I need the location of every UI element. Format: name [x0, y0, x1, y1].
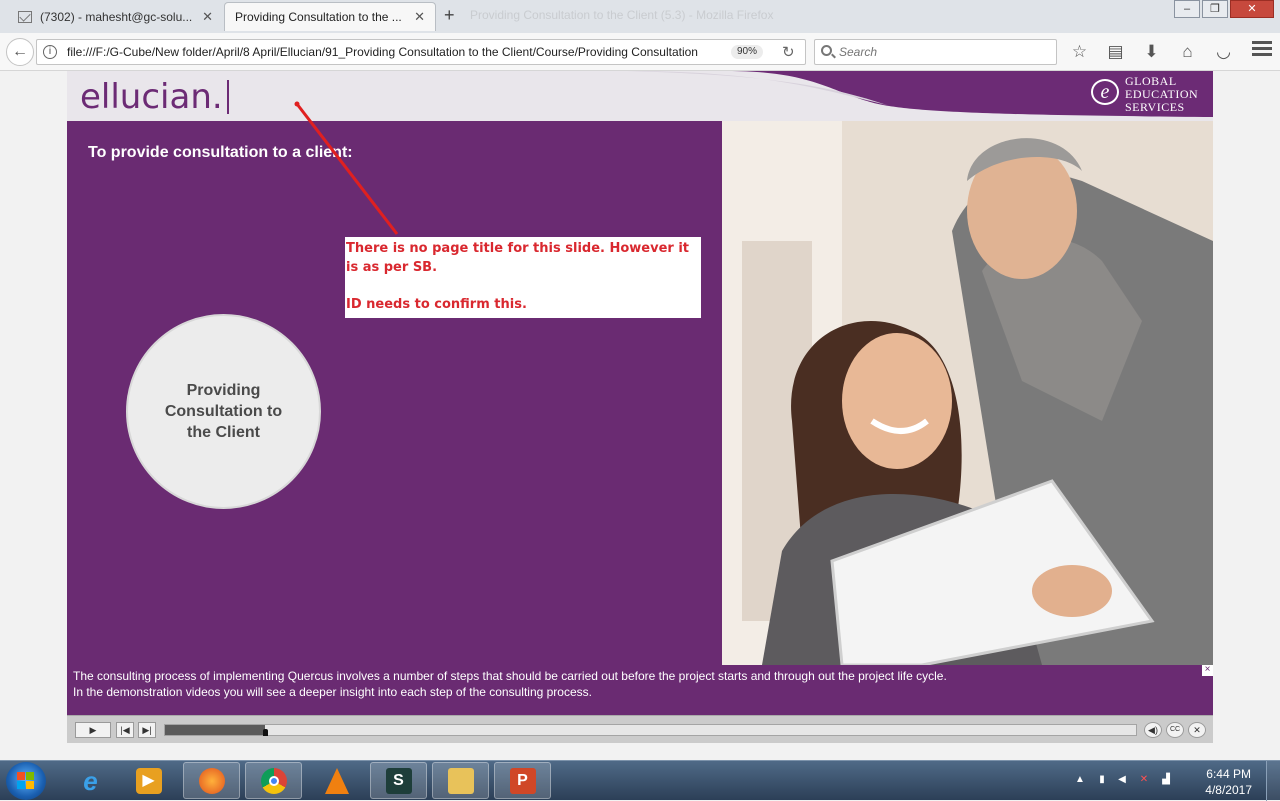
close-window-button[interactable]: ✕: [1230, 0, 1274, 18]
ellucian-logo: ellucian.: [80, 77, 223, 117]
tab-strip: (7302) - mahesht@gc-solu... ✕ Providing …: [0, 0, 1280, 33]
clock-date: 4/8/2017: [1205, 783, 1252, 797]
topic-label: Providing Consultation to the Client: [164, 382, 283, 441]
window-controls: – ❐ ✕: [1172, 0, 1274, 18]
seek-bar[interactable]: [164, 724, 1137, 736]
next-button[interactable]: ▶|: [138, 722, 156, 738]
annotation-text: There is no page title for this slide. H…: [346, 241, 690, 275]
logo-divider: [227, 80, 229, 114]
file-explorer-icon[interactable]: [432, 762, 489, 799]
ges-mark: e: [1091, 79, 1119, 105]
seek-progress: [165, 725, 265, 735]
reload-icon[interactable]: ↻: [782, 43, 795, 61]
close-player-button[interactable]: ✕: [1188, 722, 1206, 738]
show-hidden-icons-icon[interactable]: ▲: [1074, 774, 1086, 786]
course-player: ellucian. e GLOBAL EDUCATION SERVICES To…: [67, 71, 1213, 743]
slide-content: To provide consultation to a client: Pro…: [67, 121, 722, 665]
info-icon[interactable]: i: [43, 45, 57, 59]
tab-title: (7302) - mahesht@gc-solu...: [40, 9, 193, 24]
new-tab-button[interactable]: +: [444, 5, 455, 26]
tab-title: Providing Consultation to the ...: [235, 10, 402, 24]
review-annotation: There is no page title for this slide. H…: [345, 237, 701, 318]
volume-button[interactable]: ◀): [1144, 722, 1162, 738]
address-bar[interactable]: i file:///F:/G-Cube/New folder/April/8 A…: [36, 39, 806, 65]
search-icon: [821, 45, 832, 56]
start-button[interactable]: [6, 762, 46, 800]
caption-area: The consulting process of implementing Q…: [67, 665, 1213, 715]
network-error-icon[interactable]: ✕: [1138, 774, 1150, 786]
caption-line: The consulting process of implementing Q…: [73, 669, 947, 683]
play-button[interactable]: ▶: [75, 722, 111, 738]
close-tab-icon[interactable]: ✕: [202, 9, 213, 25]
internet-explorer-icon[interactable]: e: [62, 762, 119, 799]
previous-button[interactable]: |◀: [116, 722, 134, 738]
close-tab-icon[interactable]: ✕: [414, 9, 425, 25]
system-tray: ▲ ▮ ◀ ✕ ▟ 6:44 PM 4/8/2017: [1070, 761, 1280, 801]
clock[interactable]: 6:44 PM 4/8/2017: [1205, 766, 1252, 798]
window-title: Providing Consultation to the Client (5.…: [470, 8, 774, 22]
snagit-icon[interactable]: S: [370, 762, 427, 799]
show-desktop-button[interactable]: [1266, 761, 1280, 801]
battery-icon[interactable]: ▮: [1096, 774, 1108, 786]
powerpoint-icon[interactable]: P: [494, 762, 551, 799]
signal-icon[interactable]: ▟: [1160, 774, 1172, 786]
topic-circle[interactable]: Providing Consultation to the Client: [126, 314, 321, 509]
maximize-button[interactable]: ❐: [1202, 0, 1228, 18]
firefox-icon[interactable]: [183, 762, 240, 799]
player-controls: ▶ |◀ ▶| ◀) CC ✕: [67, 715, 1213, 743]
hamburger-menu-icon[interactable]: [1252, 41, 1272, 59]
course-header: ellucian. e GLOBAL EDUCATION SERVICES: [67, 71, 1213, 121]
clock-time: 6:44 PM: [1206, 767, 1251, 781]
back-button[interactable]: ←: [6, 38, 34, 66]
navigation-bar: ← i file:///F:/G-Cube/New folder/April/8…: [0, 33, 1280, 71]
home-icon[interactable]: ⌂: [1174, 39, 1201, 65]
windows-logo-icon: [17, 772, 35, 790]
volume-icon[interactable]: ◀: [1116, 774, 1128, 786]
caption-line: In the demonstration videos you will see…: [73, 685, 592, 699]
search-bar[interactable]: [814, 39, 1057, 65]
annotation-text: ID needs to confirm this.: [346, 297, 527, 312]
slide-heading: To provide consultation to a client:: [88, 144, 353, 161]
seek-handle[interactable]: [263, 729, 268, 736]
pocket-icon[interactable]: ◡: [1210, 39, 1237, 65]
chrome-icon[interactable]: [245, 762, 302, 799]
search-input[interactable]: [839, 45, 1049, 59]
minimize-button[interactable]: –: [1174, 0, 1200, 18]
ges-text: GLOBAL EDUCATION SERVICES: [1125, 74, 1199, 114]
tab-course[interactable]: Providing Consultation to the ... ✕: [224, 2, 436, 31]
closed-captions-button[interactable]: CC: [1166, 722, 1184, 738]
download-icon[interactable]: ⬇: [1138, 39, 1165, 65]
reading-list-icon[interactable]: ▤: [1102, 39, 1129, 65]
media-player-icon[interactable]: ▶: [120, 762, 177, 799]
mail-icon: [18, 10, 32, 23]
global-education-services-logo: e GLOBAL EDUCATION SERVICES: [1087, 75, 1205, 117]
toolbar: ☆ ▤ ⬇ ⌂ ◡: [1066, 39, 1246, 65]
taskbar: e ▶ S P ▲ ▮ ◀ ✕ ▟ 6:44 PM 4/8/2017: [0, 760, 1280, 801]
url-text[interactable]: file:///F:/G-Cube/New folder/April/8 Apr…: [67, 45, 712, 59]
slide-photo: [722, 121, 1213, 665]
header-background: [67, 71, 1213, 121]
caption-close-button[interactable]: ×: [1202, 665, 1213, 676]
vlc-icon[interactable]: [308, 762, 365, 799]
tab-mail[interactable]: (7302) - mahesht@gc-solu... ✕: [8, 2, 223, 31]
bookmark-star-icon[interactable]: ☆: [1066, 39, 1093, 65]
zoom-level[interactable]: 90%: [731, 45, 764, 59]
